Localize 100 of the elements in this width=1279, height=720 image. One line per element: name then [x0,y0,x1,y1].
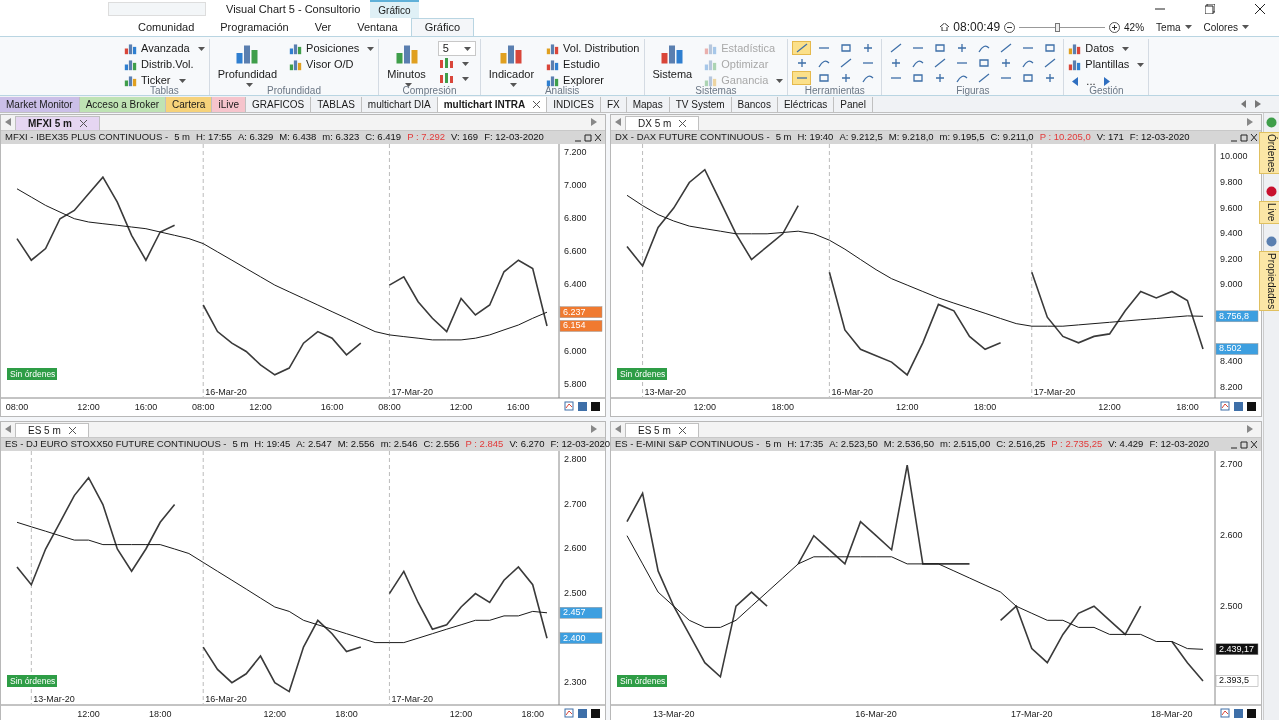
large-ribbon-button[interactable]: Indicador [488,66,535,83]
bar-chart-icon[interactable] [124,58,137,71]
ribbon-button[interactable]: Visor O/D [306,56,354,73]
zoom-in-icon[interactable] [1109,21,1121,33]
chart-tab[interactable]: MFXI 5 m [15,116,100,130]
bar-chart-icon[interactable] [546,58,560,71]
chart-toolbar-icon[interactable] [1220,708,1230,718]
scroll-left-icon[interactable] [615,425,621,433]
scroll-right-icon[interactable] [1247,425,1253,433]
large-ribbon-button[interactable]: Minutos [387,66,426,83]
bar-chart-icon[interactable] [124,74,137,87]
workspace-tab[interactable]: Eléctricas [777,97,835,112]
bar-chart-icon[interactable] [289,58,303,71]
close-icon[interactable] [678,427,686,434]
candles-icon[interactable] [437,72,454,86]
workspace-tab[interactable]: Cartera [166,97,213,112]
restore-icon[interactable] [1205,4,1215,14]
line-tool-icon [1043,43,1056,53]
ribbon-tab[interactable]: Gráfico [410,18,475,36]
workspace-tab[interactable]: multichart INTRA [437,97,548,112]
zoom-slider[interactable] [1019,22,1106,32]
ribbon-button[interactable]: Avanzada [141,40,190,57]
drawing-tool-button[interactable] [792,41,812,55]
symbol-field[interactable] [108,2,206,16]
ribbon-button[interactable]: Datos [1085,40,1115,57]
caret-icon[interactable] [178,78,186,83]
ribbon-tab[interactable]: Comunidad [125,18,208,36]
close-icon[interactable] [1255,4,1265,14]
pane-controls-icon[interactable] [575,133,601,142]
scroll-left-icon[interactable] [5,118,11,126]
drawing-tool-button[interactable] [792,71,812,85]
large-ribbon-button[interactable]: Sistema [652,66,693,83]
workspace-tab[interactable]: multichart DIA [361,97,438,112]
scroll-right-icon[interactable] [591,425,597,433]
caret-icon[interactable] [1122,46,1130,51]
workspace-tab[interactable]: Panel [834,97,873,112]
pane-controls-icon[interactable] [1231,133,1257,142]
bar-chart-icon[interactable] [546,42,560,55]
caret-icon[interactable] [1137,62,1145,67]
theme-menu[interactable]: Tema [1156,19,1181,35]
workspace-tab[interactable]: GRAFICOS [246,97,312,112]
workspace-tab[interactable]: TABLAS [311,97,362,112]
workspace-tab[interactable]: iLive [212,97,246,112]
caret-icon[interactable] [245,82,253,87]
ribbon-button[interactable]: Vol. Distribution [563,40,640,57]
scroll-left-icon[interactable] [615,118,621,126]
workspace-tab[interactable]: INDICES [547,97,601,112]
large-ribbon-button[interactable]: Profundidad [217,66,278,83]
dock-tab[interactable]: Live [1259,201,1279,224]
ribbon-tab[interactable]: Ventana [344,18,411,36]
bar-chart-icon[interactable] [124,42,137,55]
close-icon[interactable] [68,427,76,434]
previous-icon[interactable] [1072,76,1079,86]
quote-field: A: 9.212,5 [839,130,883,145]
caret-icon[interactable] [1242,25,1249,29]
chart-tab[interactable]: ES 5 m [625,423,699,437]
ribbon-tab[interactable]: Ver [301,18,345,36]
close-icon[interactable] [533,101,541,108]
caret-icon[interactable] [367,46,375,51]
caret-icon[interactable] [509,82,517,87]
caret-icon[interactable] [405,82,413,87]
compression-combo[interactable]: 5 [437,41,476,56]
scroll-right-icon[interactable] [591,118,597,126]
pane-controls-icon[interactable] [1231,440,1257,449]
tab-scroll-icon[interactable] [1241,100,1261,108]
workspace-tab[interactable]: Market Monitor [0,97,80,112]
caret-icon[interactable] [1184,25,1192,29]
bar-chart-icon[interactable] [546,74,560,87]
bar-chart-icon[interactable] [1068,58,1082,71]
zoom-out-icon[interactable] [1004,21,1016,33]
chart-tab[interactable]: DX 5 m [625,116,700,130]
caret-icon[interactable] [197,46,205,51]
bar-chart-icon[interactable] [289,42,303,55]
ribbon-button[interactable]: Posiciones [306,40,360,57]
dock-tab[interactable]: Órdenes [1259,132,1279,175]
candles-icon[interactable] [437,57,454,71]
workspace-tab[interactable]: Acceso a Broker [79,97,167,112]
close-icon[interactable] [679,120,687,127]
ribbon-tab[interactable]: Programación [207,18,302,36]
ribbon-button[interactable]: Distrib.Vol. [141,56,194,73]
ribbon-button[interactable]: Estudio [563,56,600,73]
caret-icon[interactable] [461,77,469,81]
theme-menu[interactable]: Colores [1203,19,1238,35]
scroll-left-icon[interactable] [5,425,11,433]
scroll-right-icon[interactable] [1247,118,1253,126]
chart-toolbar-icon[interactable] [564,708,574,718]
workspace-tab[interactable]: TV System [669,97,732,112]
next-icon[interactable] [1103,76,1110,86]
chart-toolbar-icon[interactable] [1220,401,1230,411]
ribbon-button[interactable]: Plantillas [1085,56,1130,73]
slider-thumb[interactable] [1054,22,1060,32]
caret-icon[interactable] [461,62,469,66]
dock-tab[interactable]: Propiedades [1259,250,1279,311]
workspace-tab[interactable]: Bancos [731,97,778,112]
workspace-tab[interactable]: FX [600,97,627,112]
bar-chart-icon[interactable] [1068,42,1082,55]
workspace-tab[interactable]: Mapas [626,97,670,112]
caret-icon[interactable] [463,46,471,51]
chart-toolbar-icon[interactable] [564,401,574,411]
chart-tab[interactable]: ES 5 m [15,423,89,437]
